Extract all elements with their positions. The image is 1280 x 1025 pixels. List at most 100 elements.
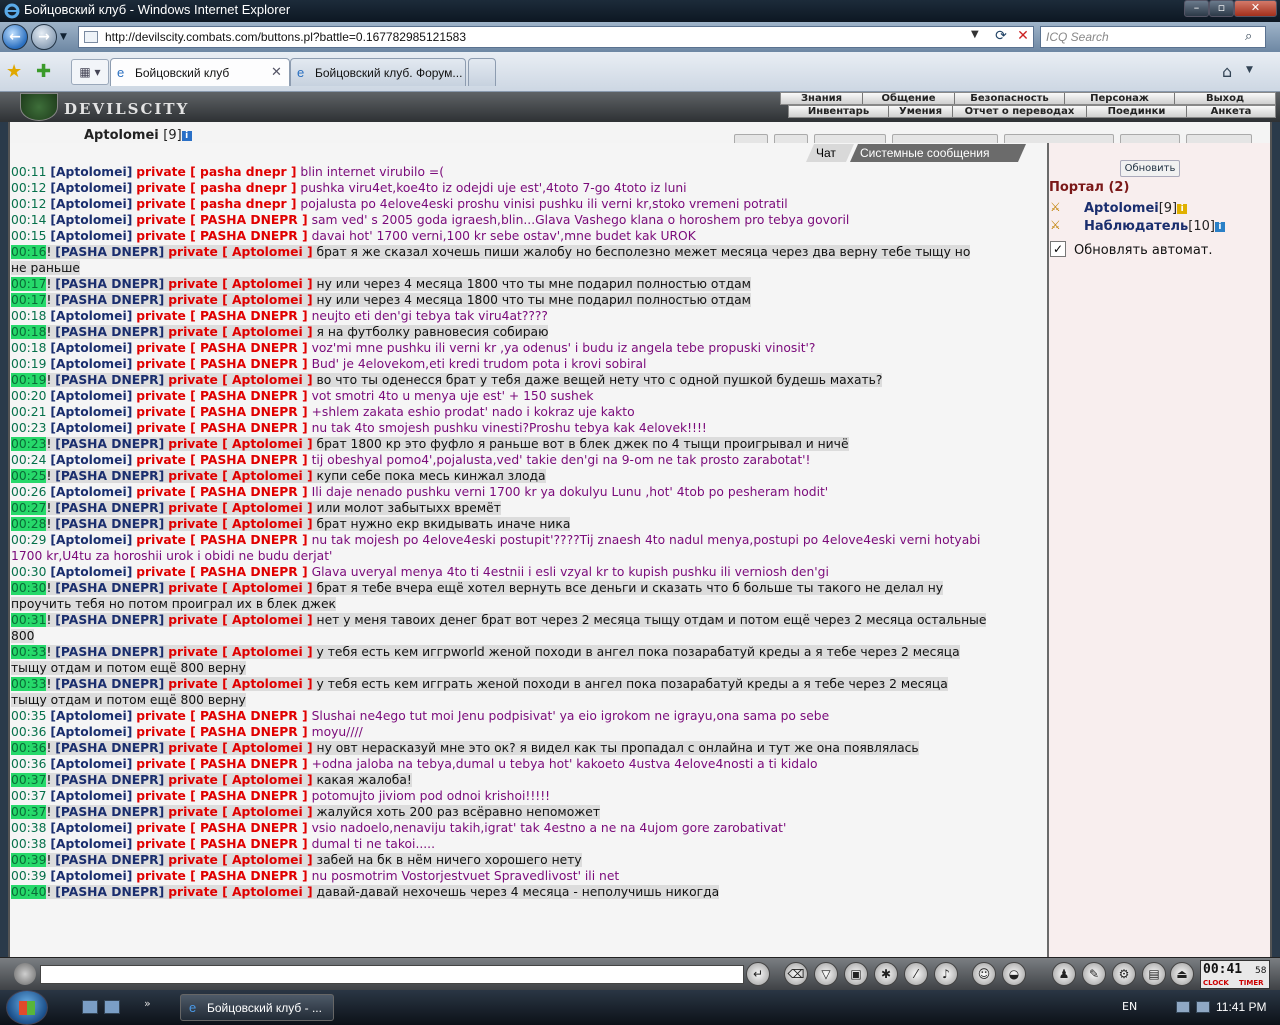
message-time[interactable]: 00:39 [11,869,46,883]
new-tab-button[interactable] [468,58,496,86]
sound-icon[interactable]: ♪ [934,962,958,986]
private-recipient[interactable]: private [ PASHA DNEPR ] [136,821,307,835]
sender-nick[interactable]: [Aptolomei] [50,357,132,371]
sender-nick[interactable]: [PASHA DNEPR] [55,885,164,899]
sender-nick[interactable]: [PASHA DNEPR] [55,469,164,483]
settings-icon[interactable]: ⚙ [1112,962,1136,986]
toolbar-button[interactable] [892,134,998,143]
volume-icon[interactable] [1196,1001,1210,1013]
message-time[interactable]: 00:37 [11,805,47,819]
message-time[interactable]: 00:29 [11,533,46,547]
private-recipient[interactable]: private [ PASHA DNEPR ] [136,869,307,883]
private-recipient[interactable]: private [ PASHA DNEPR ] [136,757,307,771]
send-icon[interactable]: ↵ [746,962,770,986]
refresh-button[interactable]: Обновить [1120,160,1180,177]
message-time[interactable]: 00:23 [11,437,47,451]
home-icon[interactable]: ⌂ [1222,62,1232,81]
private-recipient[interactable]: private [ Aptolomei ] [168,677,312,691]
tab-forum[interactable]: e Бойцовский клуб. Форум... [290,58,466,86]
smiley-menu-icon[interactable] [14,963,36,985]
private-recipient[interactable]: private [ Aptolomei ] [168,645,312,659]
network-icon[interactable] [1176,1001,1190,1013]
sender-nick[interactable]: [Aptolomei] [50,165,132,179]
exit-icon[interactable]: ⏏ [1170,962,1194,986]
private-recipient[interactable]: private [ PASHA DNEPR ] [136,789,307,803]
message-time[interactable]: 00:12 [11,197,46,211]
info-icon[interactable]: i [1177,204,1188,214]
message-time[interactable]: 00:17 [11,277,47,291]
sender-nick[interactable]: [PASHA DNEPR] [55,277,164,291]
private-recipient[interactable]: private [ PASHA DNEPR ] [136,213,307,227]
sender-nick[interactable]: [Aptolomei] [50,181,132,195]
message-time[interactable]: 00:30 [11,565,46,579]
sender-nick[interactable]: [Aptolomei] [50,405,132,419]
user-name[interactable]: Aptolomei [9] i [84,128,192,143]
sender-nick[interactable]: [Aptolomei] [50,229,132,243]
private-recipient[interactable]: private [ PASHA DNEPR ] [136,405,307,419]
helmet-icon[interactable]: ◒ [1002,962,1026,986]
private-recipient[interactable]: private [ PASHA DNEPR ] [136,421,307,435]
stop-icon[interactable]: ✕ [1013,28,1033,46]
sender-nick[interactable]: [PASHA DNEPR] [55,645,164,659]
message-time[interactable]: 00:38 [11,837,46,851]
toolbar-button[interactable] [734,134,768,143]
message-time[interactable]: 00:38 [11,821,46,835]
start-button[interactable] [6,990,48,1025]
menu-exit[interactable]: Выход [1175,93,1275,104]
menu-security[interactable]: Безопасность [955,93,1065,104]
sender-nick[interactable]: [Aptolomei] [50,533,132,547]
switch-windows-icon[interactable] [104,1000,120,1014]
sender-nick[interactable]: [Aptolomei] [50,789,132,803]
sender-nick[interactable]: [PASHA DNEPR] [55,677,164,691]
private-recipient[interactable]: private [ PASHA DNEPR ] [136,485,307,499]
search-icon[interactable]: ⌕ [1245,29,1252,44]
sender-nick[interactable]: [Aptolomei] [50,837,132,851]
scroll-icon[interactable]: ⁄ [904,962,928,986]
private-recipient[interactable]: private [ Aptolomei ] [168,517,312,531]
toolbar-button[interactable] [774,134,808,143]
save-icon[interactable]: ▣ [844,962,868,986]
private-recipient[interactable]: private [ PASHA DNEPR ] [136,709,307,723]
message-time[interactable]: 00:12 [11,181,46,195]
sender-nick[interactable]: [PASHA DNEPR] [55,325,164,339]
sender-nick[interactable]: [Aptolomei] [50,725,132,739]
toolbar-button[interactable] [1186,134,1252,143]
private-recipient[interactable]: private [ Aptolomei ] [168,613,312,627]
message-time[interactable]: 00:40 [11,885,47,899]
sender-nick[interactable]: [PASHA DNEPR] [55,517,164,531]
add-favorite-icon[interactable]: ✚ [36,61,51,82]
system-clock[interactable]: 11:41 PM [1216,1000,1266,1014]
message-time[interactable]: 00:19 [11,357,46,371]
quest-icon[interactable]: ✎ [1082,962,1106,986]
private-recipient[interactable]: private [ PASHA DNEPR ] [136,533,307,547]
private-recipient[interactable]: private [ Aptolomei ] [168,293,312,307]
private-recipient[interactable]: private [ PASHA DNEPR ] [136,565,307,579]
message-time[interactable]: 00:36 [11,725,46,739]
menu-character[interactable]: Персонаж [1065,93,1175,104]
message-time[interactable]: 00:18 [11,309,46,323]
filter-icon[interactable]: ▽ [814,962,838,986]
private-recipient[interactable]: private [ Aptolomei ] [168,741,312,755]
menu-profile[interactable]: Анкета [1187,106,1275,117]
private-recipient[interactable]: private [ Aptolomei ] [168,325,312,339]
sender-nick[interactable]: [Aptolomei] [50,757,132,771]
private-recipient[interactable]: private [ PASHA DNEPR ] [136,837,307,851]
message-time[interactable]: 00:20 [11,389,46,403]
auto-update-checkbox[interactable]: ✓ [1050,241,1066,257]
private-recipient[interactable]: private [ PASHA DNEPR ] [136,309,307,323]
smile-icon[interactable]: ☺ [972,962,996,986]
menu-knowledge[interactable]: Знания [781,93,863,104]
sender-nick[interactable]: [PASHA DNEPR] [55,741,164,755]
tab-system-messages[interactable]: Системные сообщения [850,144,1026,162]
message-time[interactable]: 00:26 [11,485,46,499]
sender-nick[interactable]: [PASHA DNEPR] [55,853,164,867]
private-recipient[interactable]: private [ PASHA DNEPR ] [136,453,307,467]
address-dropdown-icon[interactable]: ▼ [971,29,979,40]
toolbar-button[interactable] [1004,134,1114,143]
menu-skills[interactable]: Умения [889,106,953,117]
message-time[interactable]: 00:18 [11,341,46,355]
close-window-button[interactable]: ✕ [1234,0,1277,17]
sender-nick[interactable]: [PASHA DNEPR] [55,293,164,307]
private-recipient[interactable]: private [ Aptolomei ] [168,469,312,483]
private-recipient[interactable]: private [ pasha dnepr ] [136,165,296,179]
